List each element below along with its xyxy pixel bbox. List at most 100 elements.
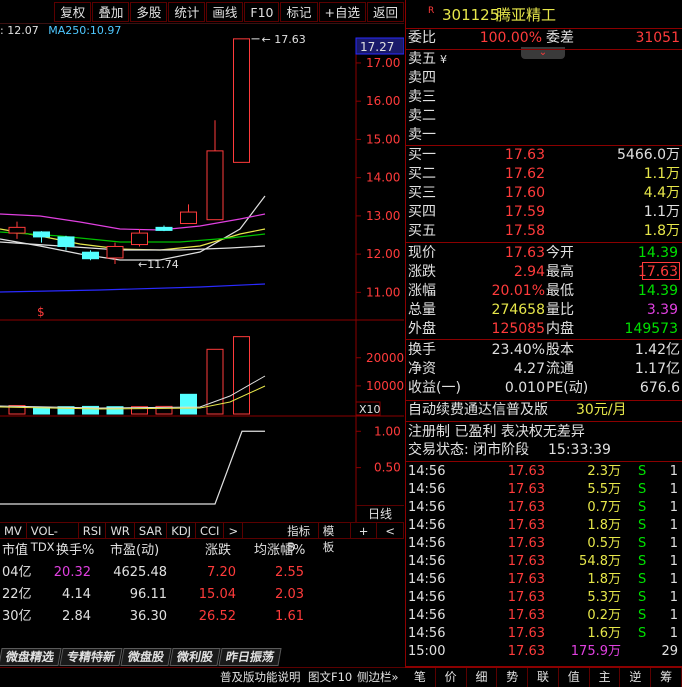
- current-price-tag-text: 17.27: [360, 40, 394, 54]
- tab-specialized[interactable]: 专精特新: [59, 648, 123, 666]
- bid-label: 买四: [408, 204, 436, 220]
- kline-chart[interactable]: 17.27 17.00 16.00 15.00 14.00 13.00 12.00 11.00…: [0, 24, 404, 522]
- bid-row[interactable]: 买三 17.60 4.4万: [406, 184, 682, 203]
- weibi-row: 委比 100.00% 委差 31051: [406, 29, 682, 48]
- bid-price: 17.59: [504, 204, 545, 220]
- indicator-axis-label: 1.00: [374, 424, 401, 438]
- header-mktcap: 市值: [2, 543, 29, 558]
- bid-row[interactable]: 买二 17.62 1.1万: [406, 165, 682, 184]
- stat-label: 量比: [546, 302, 574, 318]
- volume-axis-label: 20000: [366, 351, 404, 365]
- overlay-button[interactable]: 叠加: [92, 1, 130, 22]
- quote-tab[interactable]: 细: [467, 668, 498, 687]
- tab-wr[interactable]: WR: [106, 522, 135, 539]
- bid-row[interactable]: 买五 17.58 1.8万: [406, 222, 682, 241]
- volume-bar: [233, 336, 250, 415]
- daily-line-tab[interactable]: 日线: [356, 505, 404, 522]
- tick-row[interactable]: 14:56 17.63 1.8万 S 1: [406, 517, 682, 535]
- tab-yesterday-volatile[interactable]: 昨日振荡: [218, 648, 282, 666]
- candle-body: [233, 38, 250, 163]
- candle-body: [180, 211, 197, 225]
- tick-row[interactable]: 14:56 17.63 5.5万 S 1: [406, 481, 682, 499]
- bid-price: 17.63: [504, 147, 545, 163]
- add-watchlist-button[interactable]: +自选: [318, 1, 366, 22]
- tick-row[interactable]: 14:56 17.63 1.6万 S 1: [406, 625, 682, 643]
- stat-label: 涨幅: [408, 283, 436, 299]
- quote-tab[interactable]: 势: [497, 668, 529, 687]
- stat-label: 最低: [546, 283, 574, 299]
- multi-stock-button[interactable]: 多股: [130, 1, 168, 22]
- stat-label: 现价: [408, 245, 436, 261]
- table-row[interactable]: 22亿 4.14 96.11 15.04 2.03: [0, 584, 404, 606]
- tick-row[interactable]: 14:56 17.63 0.7万 S 1: [406, 499, 682, 517]
- promo-row[interactable]: 自动续费通达信普及版 30元/月: [406, 401, 682, 420]
- tab-plus[interactable]: +: [351, 522, 378, 539]
- tab-kdj[interactable]: KDJ: [167, 522, 196, 539]
- indicator-tabs: MV VOL-TDX RSI WR SAR KDJ CCI > 指标B 模 板 …: [0, 522, 405, 554]
- tab-micro-select[interactable]: 微盘精选: [0, 648, 62, 666]
- tab-mv[interactable]: MV: [0, 522, 27, 539]
- stat-label: 今开: [546, 245, 574, 261]
- tab-rsi[interactable]: RSI: [79, 522, 107, 539]
- cell-turnover: 2.84: [62, 609, 91, 624]
- quote-tab[interactable]: 主: [590, 668, 621, 687]
- finance-value: 4.27: [513, 361, 545, 377]
- badge: R: [428, 6, 435, 16]
- stat-row: 涨幅 20.01% 最低 14.39: [406, 282, 682, 301]
- tab-sar[interactable]: SAR: [135, 522, 168, 539]
- tick-row[interactable]: 14:56 17.63 0.5万 S 1: [406, 535, 682, 553]
- tick-row[interactable]: 14:56 17.63 2.3万 S 1: [406, 463, 682, 481]
- info-text: 注册制 已盈利 表决权无差异: [408, 424, 585, 440]
- tab-micro-cap[interactable]: 微盘股: [120, 648, 172, 666]
- quote-panel: R 301125 腾亚精工 委比 100.00% 委差 31051 ⌄ 卖五 ¥ …: [405, 0, 682, 667]
- bid-label: 买一: [408, 147, 436, 163]
- tab-vol-tdx[interactable]: VOL-TDX: [27, 522, 79, 554]
- draw-line-button[interactable]: 画线: [206, 1, 244, 22]
- tick-row[interactable]: 14:56 17.63 0.2万 S 1: [406, 607, 682, 625]
- back-button[interactable]: 返回: [366, 1, 404, 22]
- quote-tab[interactable]: 筹: [651, 668, 682, 687]
- quote-tab[interactable]: 价: [436, 668, 467, 687]
- restore-rights-button[interactable]: 复权: [54, 1, 92, 22]
- tab-left[interactable]: <: [377, 522, 405, 539]
- candle-body: [155, 226, 173, 231]
- tab-indicator-b[interactable]: 指标B: [283, 522, 319, 554]
- bid-row[interactable]: 买四 17.59 1.1万: [406, 203, 682, 222]
- price-axis-label: 16.00: [366, 94, 400, 108]
- tick-price: 17.63: [507, 626, 545, 641]
- finance-label: 流通: [546, 361, 574, 377]
- tick-row[interactable]: 14:56 17.63 54.8万 S 1: [406, 553, 682, 571]
- tab-cci[interactable]: CCI: [196, 522, 225, 539]
- tick-row[interactable]: 15:00 17.63 175.9万 29: [406, 643, 682, 661]
- quote-tab[interactable]: 逆: [620, 668, 652, 687]
- table-row[interactable]: 30亿 2.84 36.30 26.52 1.61: [0, 606, 404, 628]
- table-row[interactable]: 04亿 20.32 4625.48 7.20 2.55: [0, 562, 404, 584]
- quote-tabs: 笔价细势联值主逆筹: [405, 667, 682, 687]
- quote-tab[interactable]: 联: [528, 668, 559, 687]
- mark-button[interactable]: 标记: [280, 1, 318, 22]
- tick-count: 1: [669, 572, 678, 587]
- tick-row[interactable]: 14:56 17.63 5.3万 S 1: [406, 589, 682, 607]
- weicha-value: 31051: [635, 30, 680, 46]
- sidebar-toggle[interactable]: 侧边栏»: [357, 668, 399, 687]
- f10-link[interactable]: 图文F10: [308, 668, 352, 687]
- finance-value: 0.010: [504, 380, 545, 396]
- tick-side: S: [638, 536, 647, 551]
- statistics-button[interactable]: 统计: [168, 1, 206, 22]
- tab-more[interactable]: >: [224, 522, 244, 539]
- tick-price: 17.63: [507, 518, 545, 533]
- quote-tab[interactable]: 值: [559, 668, 590, 687]
- promo-price: 30元/月: [576, 402, 627, 418]
- finance-row: 换手 23.40% 股本 1.42亿: [406, 341, 682, 360]
- tick-row[interactable]: 14:56 17.63 1.8万 S 1: [406, 571, 682, 589]
- finance-label: 股本: [546, 342, 574, 358]
- finance-row: 收益(一) 0.010 PE(动) 676.6: [406, 379, 682, 398]
- bid-row[interactable]: 买一 17.63 5466.0万: [406, 146, 682, 165]
- tab-micro-profit[interactable]: 微利股: [169, 648, 221, 666]
- cell-mktcap: 04亿: [2, 565, 32, 580]
- help-link[interactable]: 普及版功能说明: [220, 668, 301, 687]
- f10-button[interactable]: F10: [244, 1, 280, 22]
- bid-volume: 1.1万: [643, 204, 680, 220]
- tab-template[interactable]: 模 板: [319, 522, 351, 554]
- quote-tab[interactable]: 笔: [405, 668, 436, 687]
